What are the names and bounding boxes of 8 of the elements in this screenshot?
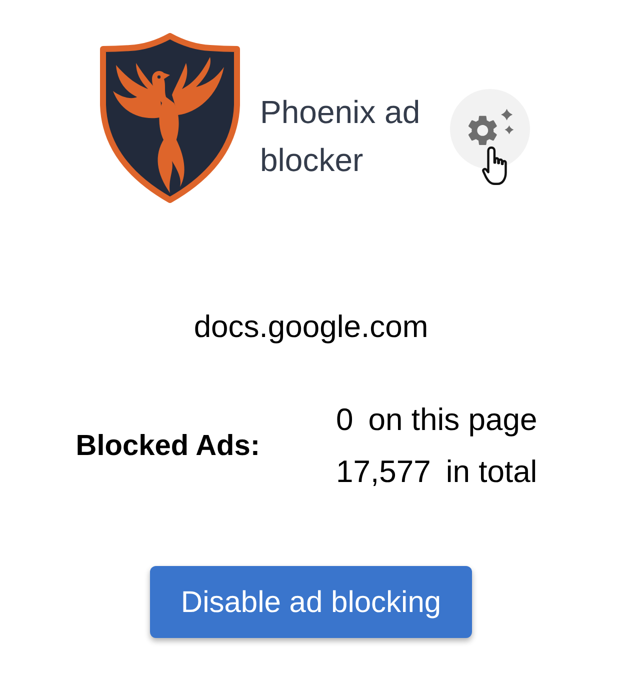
site-domain: docs.google.com (194, 308, 428, 346)
blocked-count: 17,577 (336, 453, 431, 491)
app-title: Phoenix ad blocker (260, 93, 422, 180)
blocked-count-caption: in total (446, 453, 538, 491)
blocked-ads-label: Blocked Ads: (76, 429, 260, 464)
blocked-count: 0 (336, 401, 354, 439)
blocked-count-caption: on this page (368, 401, 538, 439)
disable-ad-blocking-button[interactable]: Disable ad blocking (150, 566, 472, 638)
